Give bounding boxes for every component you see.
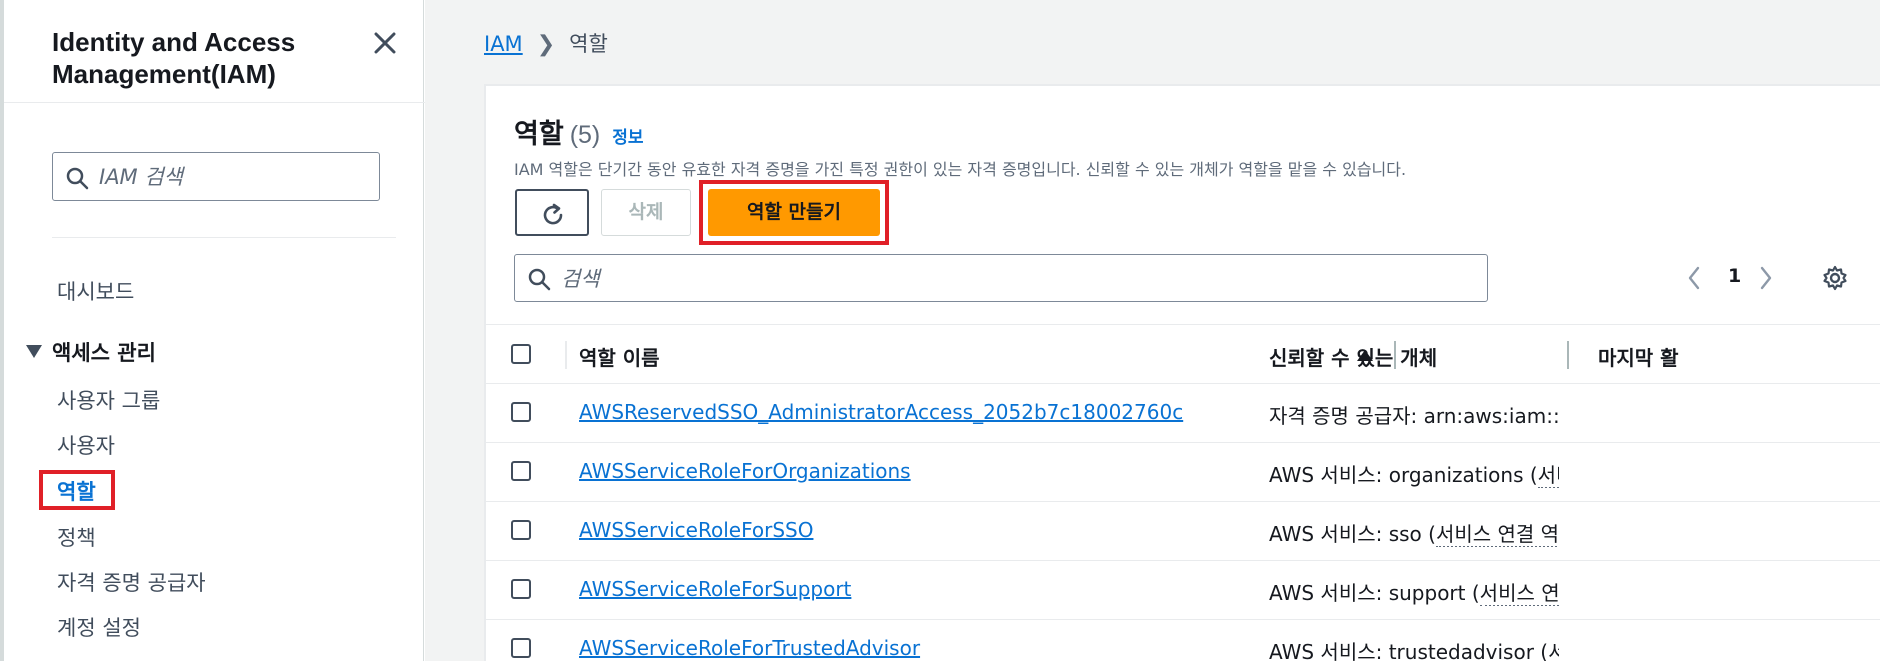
sidebar-item-user-groups[interactable]: 사용자 그룹 [57, 385, 160, 415]
table-search-input[interactable] [561, 263, 1461, 295]
role-name-link[interactable]: AWSServiceRoleForTrustedAdvisor [579, 636, 920, 660]
info-link[interactable]: 정보 [612, 128, 643, 148]
sidebar-item-dashboard[interactable]: 대시보드 [57, 276, 134, 306]
row-checkbox[interactable] [511, 402, 531, 422]
main-content: IAM ❯ 역할 역할 (5) 정보 IAM 역할은 단기간 동안 유효한 자격 증명을… [425, 0, 1880, 661]
trusted-entity: AWS 서비스: organizations (서비스 연 [1269, 459, 1559, 488]
trusted-entity: AWS 서비스: support (서비스 연결 역 [1269, 577, 1559, 606]
chevron-left-icon[interactable] [1686, 265, 1702, 295]
trusted-entity-text: AWS 서비스: trustedadvisor ( [1269, 640, 1549, 661]
sidebar-section-label: 액세스 관리 [52, 341, 156, 365]
column-divider [565, 341, 567, 369]
breadcrumb-current: 역할 [569, 32, 608, 56]
gear-icon[interactable] [1821, 264, 1849, 296]
column-header-last-activity[interactable]: 마지막 활 [1598, 342, 1679, 371]
sidebar-title: Identity and Access Management(IAM) [52, 27, 296, 89]
sidebar-item-account-settings[interactable]: 계정 설정 [57, 612, 141, 642]
sidebar-item-policies[interactable]: 정책 [57, 522, 96, 552]
sidebar-search[interactable] [52, 152, 380, 201]
sidebar-item-users[interactable]: 사용자 [57, 430, 115, 460]
row-checkbox[interactable] [511, 520, 531, 540]
role-name-link[interactable]: AWSServiceRoleForSSO [579, 518, 813, 542]
chevron-right-icon: ❯ [536, 32, 556, 57]
table-row: AWSServiceRoleForSSO AWS 서비스: sso (서비스 연… [486, 502, 1880, 561]
sidebar: Identity and Access Management(IAM) 대시보드… [0, 0, 428, 661]
sidebar-search-input[interactable] [99, 161, 369, 193]
table-row: AWSReservedSSO_AdministratorAccess_2052b… [486, 384, 1880, 443]
service-linked-role-tooltip[interactable]: 서비스 역 [1548, 640, 1559, 661]
table-row: AWSServiceRoleForTrustedAdvisor AWS 서비스:… [486, 620, 1880, 661]
search-icon [528, 268, 551, 291]
breadcrumb-iam-link[interactable]: IAM [484, 32, 523, 56]
refresh-button[interactable] [515, 189, 589, 236]
chevron-right-icon[interactable] [1758, 265, 1774, 295]
service-linked-role-tooltip[interactable]: 서비스 연결 역할 [1435, 522, 1559, 547]
role-name-link[interactable]: AWSReservedSSO_AdministratorAccess_2052b… [579, 400, 1183, 424]
close-icon[interactable] [368, 26, 402, 60]
column-header-trusted-entities[interactable]: 신뢰할 수 있는 개체 [1269, 342, 1437, 371]
page-number[interactable]: 1 [1728, 265, 1741, 287]
column-header-role-name[interactable]: 역할 이름 [579, 342, 660, 371]
row-checkbox[interactable] [511, 461, 531, 481]
service-linked-role-tooltip[interactable]: 서비스 연 [1537, 463, 1559, 488]
role-name-link[interactable]: AWSServiceRoleForOrganizations [579, 459, 911, 483]
breadcrumb: IAM ❯ 역할 [484, 28, 608, 58]
trusted-entity-text: 자격 증명 공급자: arn:aws:iam::89820 [1269, 404, 1559, 428]
role-count: (5) [569, 121, 601, 149]
trusted-entity-text: AWS 서비스: sso ( [1269, 522, 1436, 546]
trusted-entity: AWS 서비스: trustedadvisor (서비스 역 [1269, 636, 1559, 661]
service-linked-role-tooltip[interactable]: 서비스 연결 역 [1479, 581, 1559, 606]
search-icon [66, 167, 89, 190]
trusted-entity: 자격 증명 공급자: arn:aws:iam::89820 [1269, 400, 1559, 429]
row-checkbox[interactable] [511, 579, 531, 599]
roles-panel: 역할 (5) 정보 IAM 역할은 단기간 동안 유효한 자격 증명을 가진 특정 … [484, 84, 1880, 661]
panel-description: IAM 역할은 단기간 동안 유효한 자격 증명을 가진 특정 권한이 있는 자… [514, 160, 1407, 179]
delete-button[interactable]: 삭제 [601, 189, 691, 236]
page-title-text: 역할 [514, 119, 564, 149]
table-row: AWSServiceRoleForOrganizations AWS 서비스: … [486, 443, 1880, 502]
table-search[interactable] [514, 254, 1488, 302]
caret-down-icon [26, 345, 42, 358]
sidebar-section-access-management[interactable]: 액세스 관리 [26, 337, 156, 367]
sidebar-item-identity-providers[interactable]: 자격 증명 공급자 [57, 567, 206, 597]
sidebar-divider [52, 237, 396, 238]
select-all-checkbox[interactable] [511, 344, 531, 364]
highlight-box [39, 470, 115, 510]
sidebar-divider [4, 102, 428, 103]
refresh-icon [543, 203, 563, 225]
trusted-entity-text: AWS 서비스: organizations ( [1269, 463, 1538, 487]
table-header: 역할 이름 신뢰할 수 있는 개체 마지막 활 [486, 324, 1880, 384]
page-title: 역할 (5) 정보 [514, 112, 644, 151]
column-resize-handle[interactable] [1567, 341, 1569, 369]
trusted-entity: AWS 서비스: sso (서비스 연결 역할) [1269, 518, 1559, 547]
role-name-link[interactable]: AWSServiceRoleForSupport [579, 577, 851, 601]
row-checkbox[interactable] [511, 638, 531, 658]
highlight-box [699, 180, 889, 245]
table-row: AWSServiceRoleForSupport AWS 서비스: suppor… [486, 561, 1880, 620]
trusted-entity-text: AWS 서비스: support ( [1269, 581, 1480, 605]
